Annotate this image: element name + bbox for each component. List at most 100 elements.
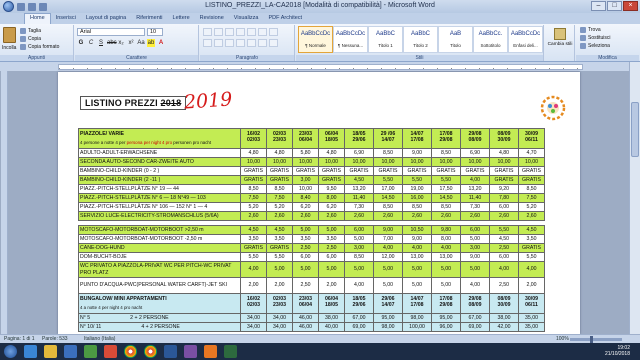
price-cell[interactable]: 7,30 xyxy=(460,202,490,212)
bungalow-label-cell[interactable]: N° 5 2 + 2 PERSONE xyxy=(78,313,241,323)
table-row[interactable]: PIAZZ.-PITCH-STELLPLÄTZE N° 106 — 152 N°… xyxy=(78,202,545,212)
price-cell[interactable]: 2,60 xyxy=(431,211,461,221)
price-cell[interactable]: 5,00 xyxy=(344,261,374,278)
price-cell[interactable]: 5,00 xyxy=(266,261,293,278)
style-option[interactable]: AaBbCc. Sottotitolo xyxy=(473,26,508,53)
change-case-button[interactable]: Aa xyxy=(137,39,145,47)
highlight-color-button[interactable]: ab xyxy=(147,39,155,47)
price-cell[interactable]: 5,00 xyxy=(402,277,432,294)
price-cell[interactable]: 2,50 xyxy=(292,243,319,253)
price-cell[interactable]: 9,00 xyxy=(402,234,432,244)
price-cell[interactable]: 9,80 xyxy=(431,225,461,235)
price-cell[interactable]: 2,50 xyxy=(318,243,345,253)
price-cell[interactable]: 5,80 xyxy=(292,148,319,158)
price-cell[interactable]: 98,00 xyxy=(402,313,432,323)
chrome-icon-2[interactable] xyxy=(144,345,157,358)
replace-button[interactable]: Sostituisci xyxy=(580,35,611,41)
price-cell[interactable]: 10,00 xyxy=(518,157,545,167)
price-cell[interactable]: 2,60 xyxy=(518,211,545,221)
date-range-cell[interactable]: 23/03 06/04 xyxy=(292,293,319,314)
subscript-button[interactable]: x₂ xyxy=(117,39,125,47)
line-spacing-button[interactable] xyxy=(247,39,256,47)
price-cell[interactable]: GRATIS xyxy=(240,175,267,185)
ribbon-tab[interactable]: Lettere xyxy=(168,13,195,24)
date-range-cell[interactable]: 30/09 06/11 xyxy=(518,128,545,149)
price-cell[interactable]: 13,00 xyxy=(431,252,461,262)
price-cell[interactable]: 9,00 xyxy=(460,252,490,262)
price-cell[interactable]: 5,50 xyxy=(431,175,461,185)
price-cell[interactable]: GRATIS xyxy=(266,175,293,185)
row-label[interactable]: PUNTO D'ACQUA-PWC(PERSONAL WATER CARFT)-… xyxy=(78,277,241,294)
price-cell[interactable]: GRATIS xyxy=(266,166,293,176)
date-range-cell[interactable]: 06/04 18/05 xyxy=(318,128,345,149)
bungalow-label-cell[interactable]: N° 10/ 11 4 + 2 PERSONE xyxy=(78,322,241,332)
style-option[interactable]: AaBbCcDc ¶ Normale xyxy=(298,26,333,53)
maximize-button[interactable]: □ xyxy=(607,1,622,11)
chrome-icon[interactable] xyxy=(124,345,137,358)
sort-button[interactable] xyxy=(258,28,267,36)
price-cell[interactable]: 7,30 xyxy=(344,202,374,212)
price-cell[interactable]: GRATIS xyxy=(318,175,345,185)
price-cell[interactable]: 8,40 xyxy=(292,193,319,203)
find-button[interactable]: Trova xyxy=(580,27,601,33)
price-cell[interactable]: 6,00 xyxy=(489,202,519,212)
section-header-cell[interactable]: PIAZZOLE/ VARIE 4 persone a notte 4 per p… xyxy=(78,128,241,149)
app-icon-4[interactable] xyxy=(224,345,237,358)
price-cell[interactable]: GRATIS xyxy=(240,166,267,176)
cut-button[interactable]: Taglia xyxy=(20,28,41,34)
date-range-cell[interactable]: 16/02 02/03 xyxy=(240,128,267,149)
decrease-indent-button[interactable] xyxy=(236,28,245,36)
price-cell[interactable]: 8,50 xyxy=(240,184,267,194)
price-cell[interactable]: 34,00 xyxy=(266,322,293,332)
price-cell[interactable]: 38,00 xyxy=(489,313,519,323)
price-cell[interactable]: 34,00 xyxy=(240,313,267,323)
zoom-slider[interactable] xyxy=(570,338,622,341)
date-range-cell[interactable]: 29/08 08/09 xyxy=(460,128,490,149)
price-cell[interactable]: 10,00 xyxy=(402,157,432,167)
price-cell[interactable]: 7,50 xyxy=(240,193,267,203)
price-cell[interactable]: 2,60 xyxy=(373,211,403,221)
bungalow-row[interactable]: N° 52 + 2 PERSONE 34,00 34,00 46,00 38,00 67,… xyxy=(78,313,545,323)
price-cell[interactable]: 4,00 xyxy=(518,261,545,278)
font-size-box[interactable]: 10 xyxy=(147,28,163,36)
document-page[interactable]: LISTINO PREZZI 2018 2019 PIAZZOLE/ VARIE… xyxy=(58,72,580,334)
price-cell[interactable]: 4,00 xyxy=(240,261,267,278)
multilevel-list-button[interactable] xyxy=(225,28,234,36)
price-cell[interactable]: GRATIS xyxy=(489,175,519,185)
row-label[interactable]: SERVIZIO LUCE-ELECTRICITY-STROMANSCHLUS … xyxy=(78,211,241,221)
pdf-icon[interactable] xyxy=(104,345,117,358)
ribbon-tab[interactable]: Layout di pagina xyxy=(81,13,131,24)
row-label[interactable]: MOTOSCAFO-MOTORBOAT-MOTORBOOT -2,50 m xyxy=(78,234,241,244)
price-cell[interactable]: 69,00 xyxy=(344,322,374,332)
price-cell[interactable]: GRATIS xyxy=(489,166,519,176)
price-cell[interactable]: GRATIS xyxy=(344,166,374,176)
date-range-cell[interactable]: 29/08 08/09 xyxy=(460,293,490,314)
price-cell[interactable]: 42,00 xyxy=(489,322,519,332)
price-cell[interactable]: 4,80 xyxy=(318,148,345,158)
paste-button[interactable]: Incolla xyxy=(2,45,16,51)
price-cell[interactable]: 98,00 xyxy=(373,322,403,332)
vertical-ruler[interactable] xyxy=(1,71,8,334)
align-left-button[interactable] xyxy=(203,39,212,47)
price-cell[interactable]: 2,60 xyxy=(240,211,267,221)
price-cell[interactable]: 38,00 xyxy=(318,313,345,323)
price-cell[interactable]: 7,50 xyxy=(518,193,545,203)
style-option[interactable]: AaBbC Titolo 1 xyxy=(368,26,403,53)
price-cell[interactable]: 34,00 xyxy=(240,322,267,332)
price-cell[interactable]: 7,80 xyxy=(489,193,519,203)
table-row[interactable]: PIAZZ.-PITCH-STELLPLÄTZE N° 19 — 44 8,50 8… xyxy=(78,184,545,194)
font-name-box[interactable]: Arial xyxy=(77,28,145,36)
price-cell[interactable]: 3,50 xyxy=(518,234,545,244)
internet-explorer-icon[interactable] xyxy=(24,345,37,358)
price-cell[interactable]: 4,00 xyxy=(402,243,432,253)
price-cell[interactable]: 11,40 xyxy=(460,193,490,203)
style-option[interactable]: AaBbCcDc Enfasi deli... xyxy=(508,26,543,53)
price-cell[interactable]: 5,00 xyxy=(373,261,403,278)
style-option[interactable]: AaBbCcDc ¶ Nessuna... xyxy=(333,26,368,53)
price-cell[interactable]: 10,00 xyxy=(266,157,293,167)
price-cell[interactable]: 5,00 xyxy=(318,261,345,278)
date-range-cell[interactable]: 23/03 06/04 xyxy=(292,128,319,149)
price-cell[interactable]: 6,00 xyxy=(344,225,374,235)
price-cell[interactable]: GRATIS xyxy=(240,243,267,253)
horizontal-ruler[interactable] xyxy=(58,64,583,70)
